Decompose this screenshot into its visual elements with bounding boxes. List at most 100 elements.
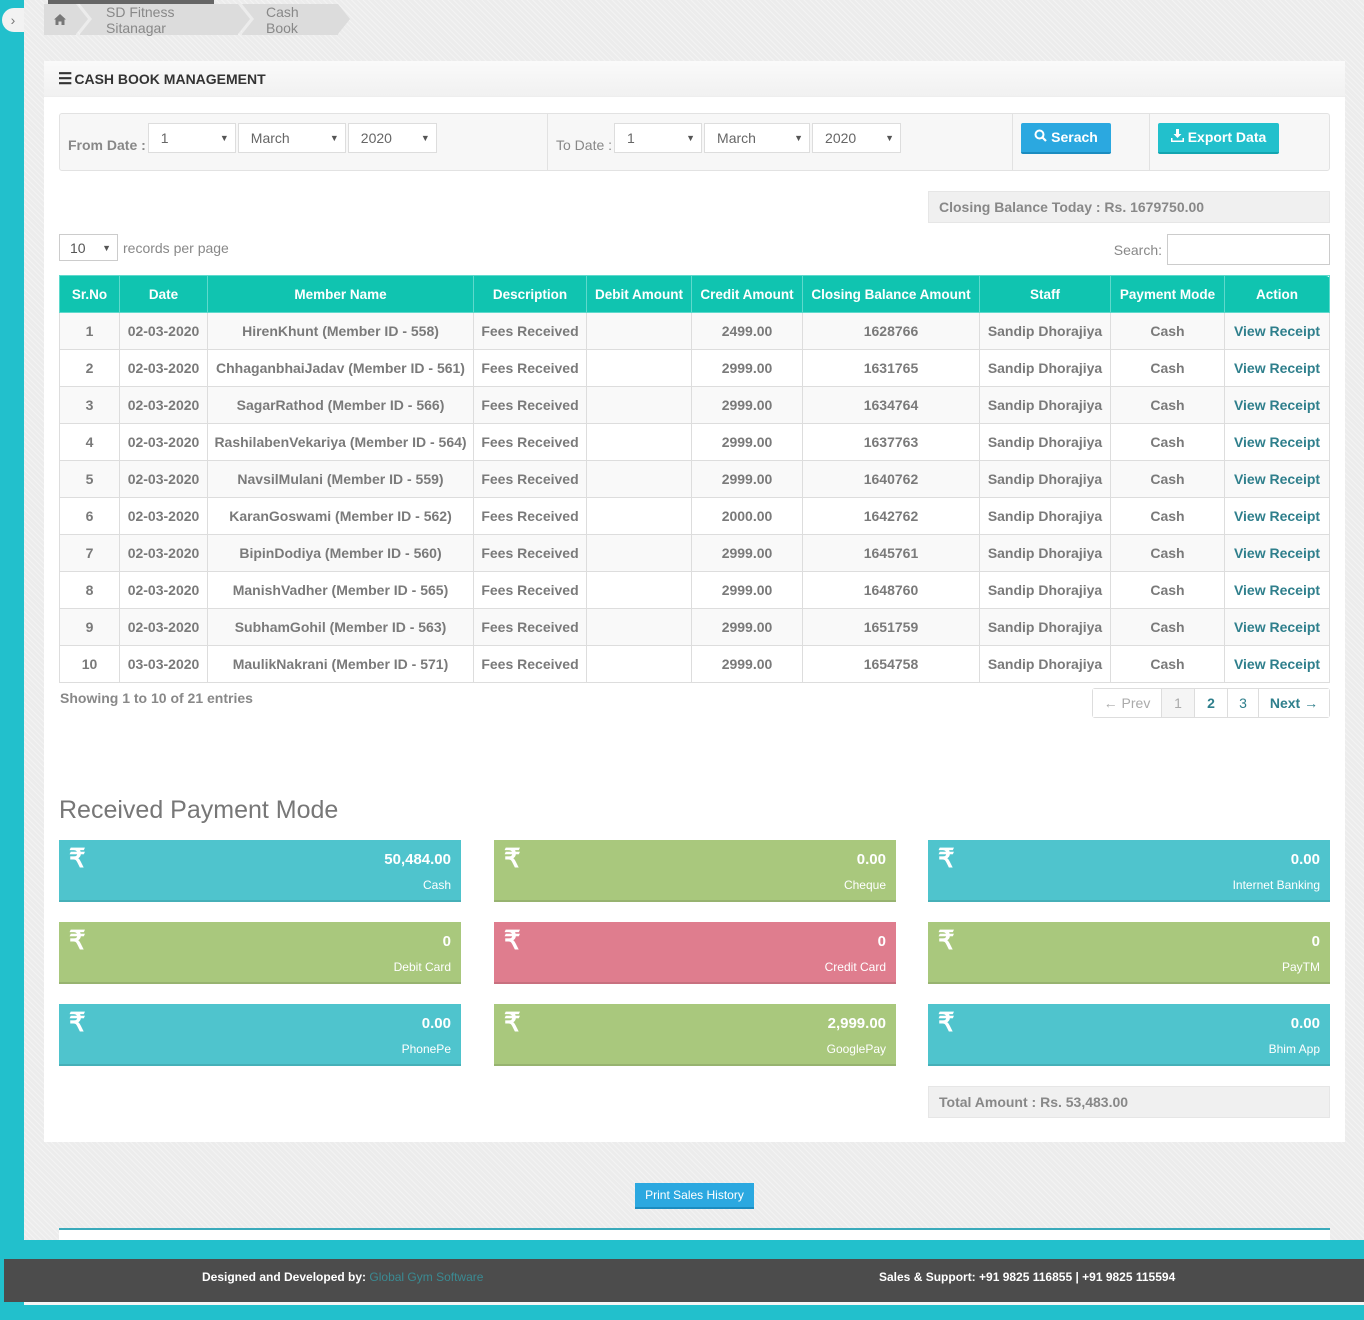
view-receipt-link[interactable]: View Receipt (1224, 423, 1330, 461)
view-receipt-link[interactable]: View Receipt (1224, 571, 1330, 609)
cell-closing-balance: 1654758 (802, 645, 980, 683)
cell-credit: 2999.00 (691, 645, 803, 683)
panel-header: ☰ CASH BOOK MANAGEMENT (44, 61, 1345, 97)
cell-date: 02-03-2020 (119, 571, 208, 609)
column-header-description[interactable]: Description (473, 275, 587, 313)
cell-member-name: SubhamGohil (Member ID - 563) (207, 608, 474, 646)
cell-staff: Sandip Dhorajiya (979, 423, 1111, 461)
cell-srno: 2 (59, 349, 120, 387)
tile-value: 2,999.00 (827, 1015, 886, 1032)
column-header-action[interactable]: Action (1224, 275, 1330, 313)
cell-description: Fees Received (473, 534, 587, 572)
search-button[interactable]: Serach (1021, 122, 1111, 154)
cell-credit: 2999.00 (691, 386, 803, 424)
records-per-page-select[interactable]: 10 ▼ (59, 234, 118, 261)
from-day-select[interactable]: 1 ▼ (147, 123, 236, 153)
breadcrumb-item-cashbook[interactable]: Cash Book (242, 4, 350, 36)
cell-description: Fees Received (473, 386, 587, 424)
column-header-member-name[interactable]: Member Name (207, 275, 474, 313)
pagination-page-2[interactable]: 2 (1195, 689, 1228, 717)
cell-debit (586, 645, 692, 683)
pagination-next[interactable]: Next → (1259, 689, 1329, 717)
table-row: 4 02-03-2020 RashilabenVekariya (Member ID… (59, 423, 1330, 461)
cell-srno: 6 (59, 497, 120, 535)
pagination-prev[interactable]: ← Prev (1093, 689, 1162, 717)
cash-book-table: Sr.No Date Member Name Description Debit… (59, 275, 1330, 683)
print-sales-history-button[interactable]: Print Sales History (635, 1183, 754, 1209)
cell-credit: 2999.00 (691, 534, 803, 572)
view-receipt-link[interactable]: View Receipt (1224, 312, 1330, 350)
cell-date: 02-03-2020 (119, 460, 208, 498)
column-header-srno[interactable]: Sr.No (59, 275, 120, 313)
breadcrumb-item-branch[interactable]: SD Fitness Sitanagar (80, 4, 250, 36)
column-header-date[interactable]: Date (119, 275, 208, 313)
column-header-closing-balance[interactable]: Closing Balance Amount (802, 275, 980, 313)
view-receipt-link[interactable]: View Receipt (1224, 497, 1330, 535)
caret-down-icon: ▼ (102, 242, 111, 253)
cell-srno: 4 (59, 423, 120, 461)
view-receipt-link[interactable]: View Receipt (1224, 608, 1330, 646)
cell-debit (586, 386, 692, 424)
rupee-icon: ₹ (69, 843, 86, 873)
to-month-select[interactable]: March ▼ (704, 123, 811, 153)
cell-closing-balance: 1651759 (802, 608, 980, 646)
to-day-select[interactable]: 1 ▼ (614, 123, 703, 153)
cell-description: Fees Received (473, 608, 587, 646)
from-date-label: From Date : (68, 137, 146, 153)
column-header-payment-mode[interactable]: Payment Mode (1110, 275, 1225, 313)
cell-staff: Sandip Dhorajiya (979, 312, 1111, 350)
designed-by-link[interactable]: Global Gym Software (369, 1270, 483, 1284)
cell-staff: Sandip Dhorajiya (979, 534, 1111, 572)
view-receipt-link[interactable]: View Receipt (1224, 349, 1330, 387)
cell-srno: 10 (59, 645, 120, 683)
table-row: 7 02-03-2020 BipinDodiya (Member ID - 560)… (59, 534, 1330, 572)
payment-mode-tile-phonepe: ₹0.00 PhonePe (59, 1004, 461, 1066)
cell-member-name: SagarRathod (Member ID - 566) (207, 386, 474, 424)
view-receipt-link[interactable]: View Receipt (1224, 534, 1330, 572)
column-header-staff[interactable]: Staff (979, 275, 1111, 313)
cell-member-name: RashilabenVekariya (Member ID - 564) (207, 423, 474, 461)
cell-closing-balance: 1645761 (802, 534, 980, 572)
rupee-icon: ₹ (69, 1007, 86, 1037)
view-receipt-link[interactable]: View Receipt (1224, 460, 1330, 498)
date-filter-box: From Date : 1 ▼ March ▼ 2020 ▼ To Date : 1 ▼… (59, 113, 1330, 171)
cell-payment-mode: Cash (1110, 571, 1225, 609)
column-header-credit[interactable]: Credit Amount (691, 275, 803, 313)
caret-down-icon: ▼ (420, 133, 430, 143)
cell-srno: 5 (59, 460, 120, 498)
cell-staff: Sandip Dhorajiya (979, 645, 1111, 683)
cell-description: Fees Received (473, 423, 587, 461)
home-icon (54, 12, 66, 28)
payment-mode-tile-paytm: ₹0 PayTM (928, 922, 1330, 984)
bottom-strip (59, 1230, 1330, 1240)
cell-credit: 2999.00 (691, 349, 803, 387)
view-receipt-link[interactable]: View Receipt (1224, 645, 1330, 683)
table-search-input[interactable] (1167, 234, 1330, 265)
records-per-page: 10 ▼ records per page (59, 234, 229, 261)
pagination-page-1[interactable]: 1 (1162, 689, 1195, 717)
pagination-page-3[interactable]: 3 (1228, 689, 1259, 717)
export-data-button[interactable]: Export Data (1158, 122, 1279, 154)
cell-closing-balance: 1637763 (802, 423, 980, 461)
from-year-select[interactable]: 2020 ▼ (347, 123, 437, 153)
rupee-icon: ₹ (504, 1007, 521, 1037)
search-button-cell: Serach (1013, 114, 1150, 170)
to-date-label: To Date : (556, 137, 613, 153)
sidebar-toggle-button[interactable]: › (2, 8, 24, 32)
breadcrumb-home[interactable] (44, 4, 88, 35)
cell-date: 03-03-2020 (119, 645, 208, 683)
column-header-debit[interactable]: Debit Amount (586, 275, 692, 313)
cell-member-name: ManishVadher (Member ID - 565) (207, 571, 474, 609)
tile-label: Bhim App (1268, 1042, 1320, 1056)
payment-mode-tile-cheque: ₹0.00 Cheque (494, 840, 896, 902)
rupee-icon: ₹ (69, 925, 86, 955)
cell-description: Fees Received (473, 312, 587, 350)
from-month-value: March (250, 130, 290, 146)
table-row: 9 02-03-2020 SubhamGohil (Member ID - 563)… (59, 608, 1330, 646)
from-month-select[interactable]: March ▼ (237, 123, 346, 153)
to-date-group: To Date : 1 ▼ March ▼ 2020 ▼ (548, 114, 1013, 170)
view-receipt-link[interactable]: View Receipt (1224, 386, 1330, 424)
to-year-select[interactable]: 2020 ▼ (812, 123, 902, 153)
table-row: 1 02-03-2020 HirenKhunt (Member ID - 558) F… (59, 312, 1330, 350)
cell-payment-mode: Cash (1110, 423, 1225, 461)
